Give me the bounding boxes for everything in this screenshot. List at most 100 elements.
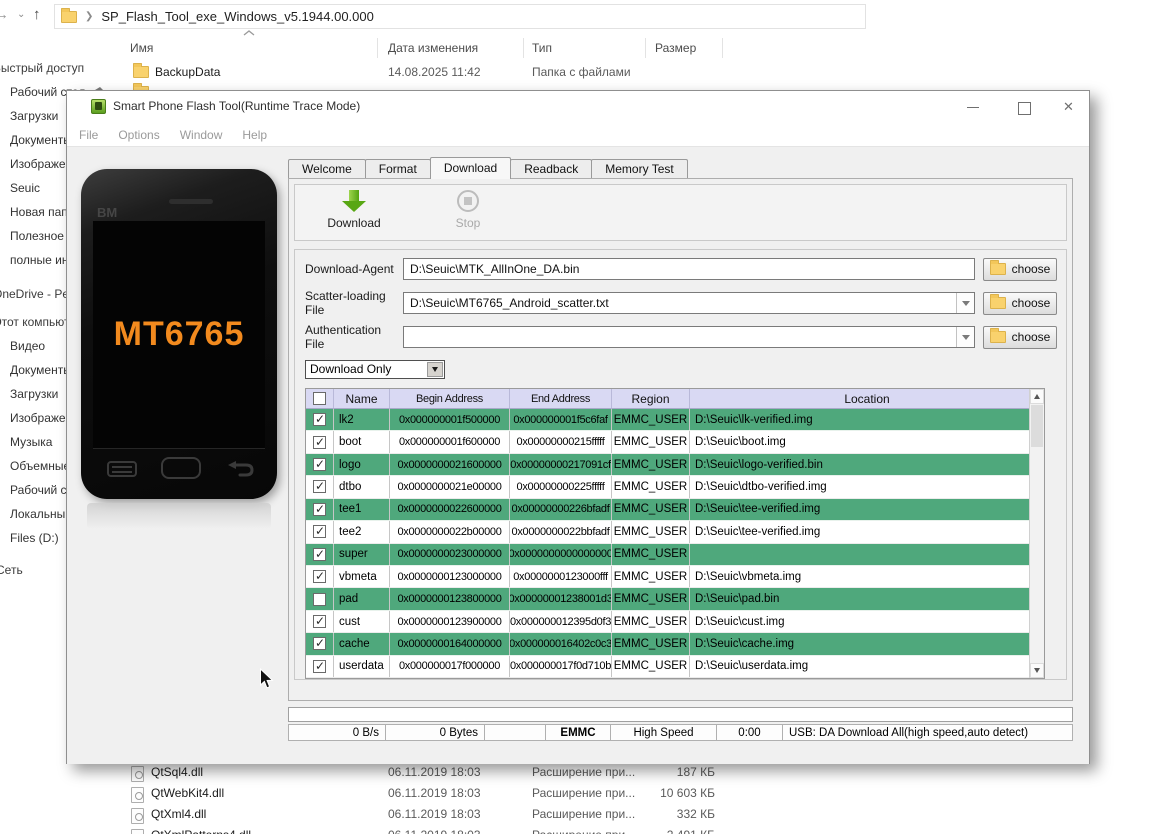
download-agent-input[interactable] <box>404 259 974 279</box>
maximize-button[interactable] <box>1003 91 1043 123</box>
table-scrollbar[interactable] <box>1029 389 1044 678</box>
header-end-address[interactable]: End Address <box>510 389 612 409</box>
tab-welcome[interactable]: Welcome <box>288 159 366 179</box>
row-checkbox[interactable] <box>306 499 334 520</box>
table-row-vbmeta[interactable]: vbmeta 0x0000000123000000 0x000000012300… <box>306 566 1031 588</box>
column-separator[interactable] <box>523 38 524 58</box>
cell-end-address: 0x0000000123000fff <box>510 566 612 587</box>
download-agent-choose-button[interactable]: choose <box>983 258 1057 281</box>
tab-strip: WelcomeFormatDownloadReadbackMemory Test <box>288 157 687 179</box>
tab-download[interactable]: Download <box>430 157 511 179</box>
column-header-date[interactable]: Дата изменения <box>388 41 478 55</box>
tab-format[interactable]: Format <box>365 159 431 179</box>
table-row-userdata[interactable]: userdata 0x000000017f000000 0x000000017f… <box>306 656 1031 678</box>
phone-menu-button-icon <box>107 461 137 477</box>
column-separator[interactable] <box>645 38 646 58</box>
row-checkbox[interactable] <box>306 656 334 677</box>
scroll-down-icon[interactable] <box>1030 663 1044 678</box>
forward-icon[interactable]: → <box>0 6 9 23</box>
row-checkbox[interactable] <box>306 544 334 565</box>
download-button-label: Download <box>309 216 399 230</box>
cell-region: EMMC_USER <box>612 588 690 609</box>
table-row-cache[interactable]: cache 0x0000000164000000 0x000000016402c… <box>306 633 1031 655</box>
cell-region: EMMC_USER <box>612 476 690 497</box>
table-row-logo[interactable]: logo 0x0000000021600000 0x00000000217091… <box>306 454 1031 476</box>
up-icon[interactable]: ↑ <box>33 6 41 23</box>
table-row-lk2[interactable]: lk2 0x000000001f500000 0x000000001f5c6fa… <box>306 409 1031 431</box>
cell-begin-address: 0x0000000022600000 <box>390 499 510 520</box>
explorer-file-row[interactable]: QtXmlPatterns4.dll 06.11.2019 18:03 Расш… <box>115 827 1172 834</box>
scatter-file-input[interactable] <box>404 293 956 313</box>
close-button[interactable] <box>1049 91 1089 123</box>
sidebar-item-label: Seuic <box>10 181 40 195</box>
column-header-size[interactable]: Размер <box>655 41 696 55</box>
sidebar-item-быстрый-доступ[interactable]: Быстрый доступ <box>0 56 112 80</box>
address-bar[interactable]: ❯ SP_Flash_Tool_exe_Windows_v5.1944.00.0… <box>54 4 866 29</box>
explorer-toolbar: → ⌄ ↑ ❯ SP_Flash_Tool_exe_Windows_v5.194… <box>0 0 1172 33</box>
scroll-up-icon[interactable] <box>1030 389 1044 404</box>
table-row-boot[interactable]: boot 0x000000001f600000 0x00000000215fff… <box>306 431 1031 453</box>
tab-memory-test[interactable]: Memory Test <box>591 159 687 179</box>
table-row-tee1[interactable]: tee1 0x0000000022600000 0x00000000226bfa… <box>306 499 1031 521</box>
explorer-file-row[interactable]: QtSql4.dll 06.11.2019 18:03 Расширение п… <box>115 764 1172 785</box>
cell-location: D:\Seuic\logo-verified.bin <box>690 454 1031 475</box>
file-size: 10 603 КБ <box>615 786 715 800</box>
breadcrumb[interactable]: SP_Flash_Tool_exe_Windows_v5.1944.00.000 <box>101 9 373 24</box>
table-row-cust[interactable]: cust 0x0000000123900000 0x000000012395d0… <box>306 611 1031 633</box>
row-checkbox[interactable] <box>306 633 334 654</box>
row-checkbox[interactable] <box>306 431 334 452</box>
header-name[interactable]: Name <box>334 389 390 409</box>
title-bar[interactable]: Smart Phone Flash Tool(Runtime Trace Mod… <box>67 91 1089 123</box>
header-location[interactable]: Location <box>690 389 1044 409</box>
header-region[interactable]: Region <box>612 389 690 409</box>
row-checkbox[interactable] <box>306 454 334 475</box>
row-checkbox[interactable] <box>306 611 334 632</box>
download-agent-field[interactable] <box>403 258 975 280</box>
column-separator[interactable] <box>377 38 378 58</box>
row-checkbox[interactable] <box>306 521 334 542</box>
sort-ascending-icon <box>243 30 255 36</box>
download-mode-select[interactable]: Download Only <box>305 360 445 379</box>
minimize-button[interactable] <box>953 91 993 123</box>
explorer-file-row[interactable]: QtXml4.dll 06.11.2019 18:03 Расширение п… <box>115 806 1172 827</box>
row-checkbox[interactable] <box>306 476 334 497</box>
tab-readback[interactable]: Readback <box>510 159 592 179</box>
auth-file-input[interactable] <box>404 327 956 347</box>
row-checkbox[interactable] <box>306 409 334 430</box>
table-row-dtbo[interactable]: dtbo 0x0000000021e00000 0x00000000225fff… <box>306 476 1031 498</box>
chevron-down-icon[interactable]: ⌄ <box>17 9 25 20</box>
explorer-file-row[interactable]: QtWebKit4.dll 06.11.2019 18:03 Расширени… <box>115 785 1172 806</box>
cell-location: D:\Seuic\tee-verified.img <box>690 499 1031 520</box>
column-header-name[interactable]: Имя <box>130 41 153 55</box>
table-row-tee2[interactable]: tee2 0x0000000022b00000 0x0000000022bbfa… <box>306 521 1031 543</box>
scatter-file-combo[interactable] <box>403 292 975 314</box>
auth-dropdown-icon[interactable] <box>956 327 974 347</box>
scatter-dropdown-icon[interactable] <box>956 293 974 313</box>
row-checkbox[interactable] <box>306 566 334 587</box>
scatter-choose-button[interactable]: choose <box>983 292 1057 315</box>
mode-dropdown-icon[interactable] <box>427 362 443 377</box>
auth-file-combo[interactable] <box>403 326 975 348</box>
sidebar-item-label: Документы <box>10 363 72 377</box>
menu-options[interactable]: Options <box>118 128 159 142</box>
cell-name: cache <box>334 633 390 654</box>
auth-choose-button[interactable]: choose <box>983 326 1057 349</box>
table-row-super[interactable]: super 0x0000000023000000 0x0000000000000… <box>306 544 1031 566</box>
header-begin-address[interactable]: Begin Address <box>390 389 510 409</box>
table-row-pad[interactable]: pad 0x0000000123800000 0x00000001238001d… <box>306 588 1031 610</box>
cell-region: EMMC_USER <box>612 521 690 542</box>
row-checkbox[interactable] <box>306 588 334 609</box>
cell-begin-address: 0x000000001f600000 <box>390 431 510 452</box>
select-all-checkbox[interactable] <box>306 389 334 409</box>
column-separator[interactable] <box>722 38 723 58</box>
explorer-row-backupdata[interactable]: BackupData 14.08.2025 11:42 Папка с файл… <box>115 64 1172 86</box>
menu-help[interactable]: Help <box>242 128 267 142</box>
scrollbar-thumb[interactable] <box>1031 405 1043 447</box>
menu-file[interactable]: File <box>79 128 98 142</box>
sidebar-item-label: Загрузки <box>10 109 58 123</box>
stop-icon <box>457 190 479 212</box>
menu-window[interactable]: Window <box>180 128 223 142</box>
download-button[interactable]: Download <box>309 190 399 230</box>
stop-button[interactable]: Stop <box>423 190 513 230</box>
column-header-type[interactable]: Тип <box>532 41 552 55</box>
